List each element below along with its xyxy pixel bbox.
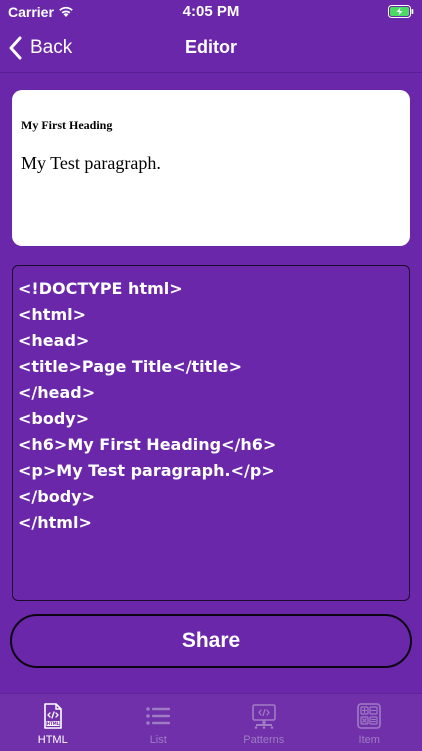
tab-html[interactable]: HTML HTML — [0, 694, 106, 751]
code-line: <body> — [18, 406, 404, 432]
code-line: <h6>My First Heading</h6> — [18, 432, 404, 458]
tab-patterns[interactable]: Patterns — [211, 694, 317, 751]
html-file-icon: HTML — [39, 702, 67, 730]
code-line: <html> — [18, 302, 404, 328]
status-bar: Carrier 4:05 PM — [0, 0, 422, 24]
code-line: <head> — [18, 328, 404, 354]
tab-item-label: Item — [359, 734, 380, 746]
tab-list[interactable]: List — [106, 694, 212, 751]
preview-paragraph: My Test paragraph. — [21, 153, 401, 174]
list-icon — [144, 702, 172, 730]
code-line: </head> — [18, 380, 404, 406]
tab-patterns-label: Patterns — [243, 734, 284, 746]
code-line: </html> — [18, 510, 404, 536]
status-time: 4:05 PM — [0, 3, 422, 20]
code-line: </body> — [18, 484, 404, 510]
battery-charging-icon — [388, 5, 414, 18]
tab-item[interactable]: Item — [317, 694, 422, 751]
code-editor[interactable]: <!DOCTYPE html> <html> <head> <title>Pag… — [12, 265, 410, 601]
tab-bar: HTML HTML List Patterns — [0, 693, 422, 751]
tab-html-label: HTML — [38, 734, 68, 746]
tab-list-label: List — [150, 734, 167, 746]
calculator-icon — [355, 702, 383, 730]
monitor-code-icon — [250, 702, 278, 730]
code-line: <!DOCTYPE html> — [18, 276, 404, 302]
code-line: <title>Page Title</title> — [18, 354, 404, 380]
code-line: <p>My Test paragraph.</p> — [18, 458, 404, 484]
page-title: Editor — [0, 37, 422, 58]
share-button[interactable]: Share — [10, 614, 412, 668]
html-preview: My First Heading My Test paragraph. — [12, 90, 410, 246]
svg-text:HTML: HTML — [46, 721, 59, 726]
preview-heading: My First Heading — [21, 118, 401, 133]
navigation-bar: Back Editor — [0, 24, 422, 73]
